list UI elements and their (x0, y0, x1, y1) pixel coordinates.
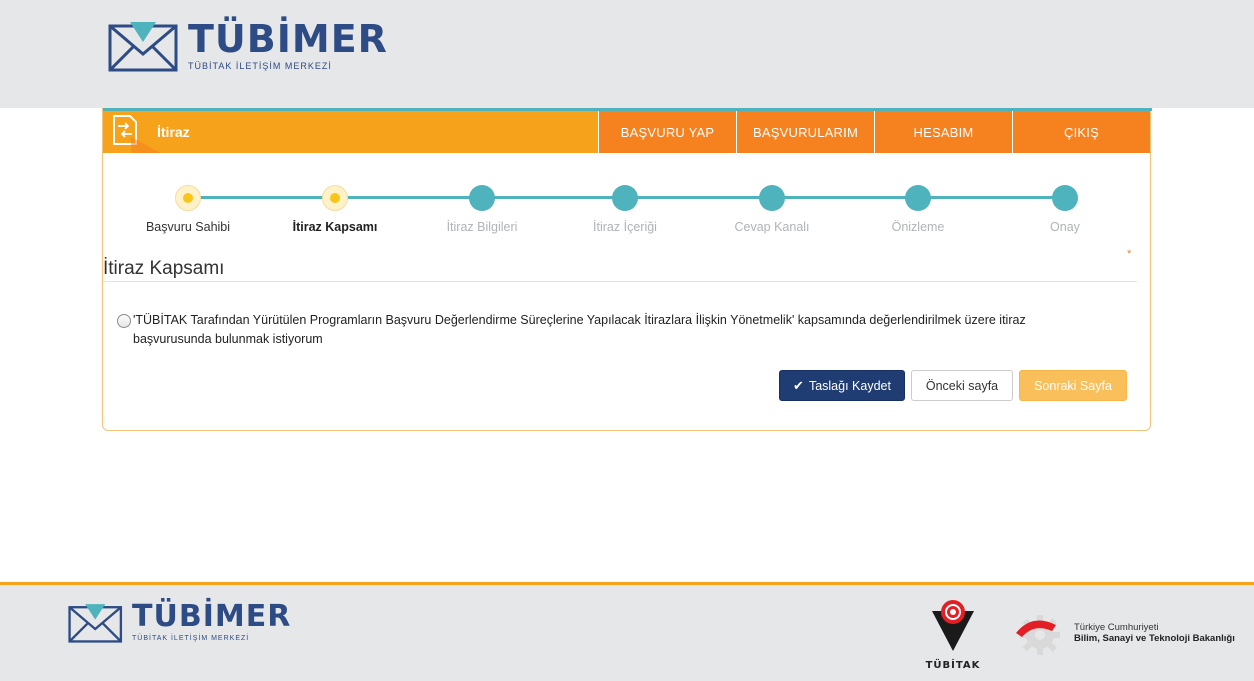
step-label: Cevap Kanalı (734, 220, 810, 234)
next-page-button[interactable]: Sonraki Sayfa (1019, 370, 1127, 401)
section-divider (103, 281, 1137, 282)
footer: TÜBİMER TÜBİTAK İLETİŞİM MERKEZİ TÜBİTAK (0, 582, 1254, 681)
top-header: TÜBİMER TÜBİTAK İLETİŞİM MERKEZİ (0, 0, 1254, 108)
progress-stepper: Başvuru Sahibi İtiraz Kapsamı İtiraz Bil… (103, 178, 1150, 238)
page-title: İtiraz (157, 124, 190, 140)
ministry-line2: Bilim, Sanayi ve Teknoloji Bakanlığı (1074, 633, 1235, 644)
footer-brand-subtitle: TÜBİTAK İLETİŞİM MERKEZİ (132, 635, 250, 642)
step-dot-icon (905, 185, 931, 211)
required-mark: * (1127, 248, 1132, 260)
scope-radio[interactable] (117, 314, 131, 328)
form-actions: ✔ Taslağı Kaydet Önceki sayfa Sonraki Sa… (103, 370, 1150, 401)
brand-subtitle: TÜBİTAK İLETİŞİM MERKEZİ (188, 60, 332, 71)
nav-basvuru-yap[interactable]: BAŞVURU YAP (598, 111, 736, 153)
top-nav: BAŞVURU YAP BAŞVURULARIM HESABIM ÇIKIŞ (598, 111, 1150, 153)
envelope-logo-icon (68, 604, 123, 643)
save-draft-label: Taslağı Kaydet (808, 378, 891, 393)
step-dot-icon (1052, 185, 1078, 211)
save-draft-button[interactable]: ✔ Taslağı Kaydet (779, 370, 905, 401)
brand-name: TÜBİMER (188, 16, 388, 61)
step-basvuru-sahibi: Başvuru Sahibi (128, 185, 248, 234)
form-panel: İtiraz BAŞVURU YAP BAŞVURULARIM HESABIM … (102, 108, 1152, 431)
nav-cikis[interactable]: ÇIKIŞ (1012, 111, 1150, 153)
step-onizleme: Önizleme (858, 185, 978, 234)
step-dot-icon (175, 185, 201, 211)
tubimer-logo[interactable]: TÜBİMER TÜBİTAK İLETİŞİM MERKEZİ (108, 18, 388, 72)
step-dot-icon (759, 185, 785, 211)
tubitak-label: TÜBİTAK (925, 660, 981, 671)
scope-option[interactable]: 'TÜBİTAK Tarafından Yürütülen Programlar… (117, 311, 1097, 349)
step-label: İtiraz Bilgileri (446, 220, 518, 234)
gear-icon (1016, 615, 1060, 655)
tubitak-logo[interactable]: TÜBİTAK (923, 597, 983, 671)
step-label: Başvuru Sahibi (145, 220, 231, 234)
step-label: Onay (1050, 220, 1080, 234)
document-icon (103, 111, 161, 153)
step-label: İtiraz İçeriği (593, 220, 657, 234)
step-dot-icon (612, 185, 638, 211)
menubar-title: İtiraz (103, 111, 598, 153)
previous-page-button[interactable]: Önceki sayfa (911, 370, 1013, 401)
tubitak-emblem-icon (932, 600, 974, 651)
nav-hesabim[interactable]: HESABIM (874, 111, 1012, 153)
step-cevap-kanali: Cevap Kanalı (712, 185, 832, 234)
envelope-logo-icon (108, 22, 178, 72)
scope-option-label[interactable]: 'TÜBİTAK Tarafından Yürütülen Programlar… (133, 311, 1097, 349)
section-title: İtiraz Kapsamı (103, 258, 225, 279)
step-itiraz-icerigi: İtiraz İçeriği (565, 185, 685, 234)
check-icon: ✔ (793, 377, 804, 393)
nav-basvurularim[interactable]: BAŞVURULARIM (736, 111, 874, 153)
footer-brand-name: TÜBİMER (132, 599, 292, 634)
menubar: İtiraz BAŞVURU YAP BAŞVURULARIM HESABIM … (103, 111, 1150, 153)
step-onay: Onay (1005, 185, 1125, 234)
step-dot-icon (322, 185, 348, 211)
step-label: Önizleme (891, 220, 945, 234)
step-itiraz-bilgileri: İtiraz Bilgileri (422, 185, 542, 234)
ministry-line1: Türkiye Cumhuriyeti (1074, 622, 1159, 633)
footer-tubimer-logo[interactable]: TÜBİMER TÜBİTAK İLETİŞİM MERKEZİ (68, 601, 291, 643)
step-dot-icon (469, 185, 495, 211)
step-itiraz-kapsami: İtiraz Kapsamı (275, 185, 395, 234)
ministry-logo[interactable]: Türkiye Cumhuriyeti Bilim, Sanayi ve Tek… (1012, 611, 1235, 655)
step-label: İtiraz Kapsamı (292, 220, 378, 234)
